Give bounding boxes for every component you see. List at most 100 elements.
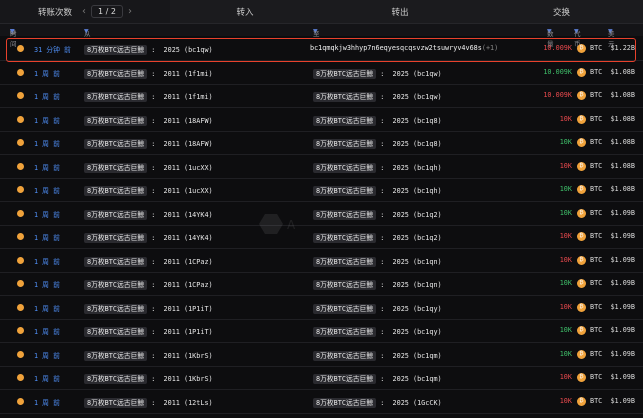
to-entity-tag[interactable]: 8万枚BTC远古巨鲸	[313, 374, 377, 384]
from-address-text[interactable]: 2011 (18AFW)	[164, 140, 213, 148]
from-address-text[interactable]: 2011 (14YK4)	[164, 211, 213, 219]
row-token[interactable]: BTC	[590, 256, 602, 264]
row-time[interactable]: 1 周 前	[34, 185, 60, 195]
to-address[interactable]: 8万枚BTC远古巨鲸 : 2025 (bc1qw)	[313, 68, 442, 79]
to-address[interactable]: 8万枚BTC远古巨鲸 : 2025 (bc1qy)	[313, 303, 442, 314]
row-token[interactable]: BTC	[590, 185, 602, 193]
table-row[interactable]: 1 周 前 8万枚BTC远古巨鲸 : 2011 (1f1mi) 8万枚BTC远古巨鲸…	[0, 84, 643, 108]
row-time[interactable]: 1 周 前	[34, 138, 60, 148]
to-address-text[interactable]: 2025 (bc1q2)	[393, 211, 442, 219]
page-indicator[interactable]: 1 / 2	[91, 5, 123, 18]
to-entity-tag[interactable]: 8万枚BTC远古巨鲸	[313, 92, 377, 102]
table-row[interactable]: 1 周 前 8万枚BTC远古巨鲸 : 2011 (18AFW) 8万枚BTC远古巨鲸…	[0, 108, 643, 132]
table-row[interactable]: 1 周 前 8万枚BTC远古巨鲸 : 2011 (1ucXX) 8万枚BTC远古巨鲸…	[0, 155, 643, 179]
to-entity-tag[interactable]: 8万枚BTC远古巨鲸	[313, 115, 377, 126]
row-token[interactable]: BTC	[590, 232, 602, 240]
from-address-text[interactable]: 2025 (bc1qw)	[164, 46, 213, 54]
to-address-text[interactable]: 2025 (bc1q8)	[393, 117, 442, 125]
to-address[interactable]: 8万枚BTC远古巨鲸 : 2025 (bc1qw)	[313, 91, 442, 102]
from-address-text[interactable]: 2011 (1CPaz)	[164, 258, 213, 266]
from-entity-tag[interactable]: 8万枚BTC远古巨鲸	[84, 327, 148, 337]
to-address[interactable]: 8万枚BTC远古巨鲸 : 2025 (bc1q2)	[313, 209, 442, 220]
row-token[interactable]: BTC	[590, 350, 602, 358]
from-address-text[interactable]: 2011 (1P1iT)	[164, 328, 213, 336]
from-entity-tag[interactable]: 8万枚BTC远古巨鲸	[84, 139, 148, 149]
from-entity-tag[interactable]: 8万枚BTC远古巨鲸	[84, 350, 148, 361]
row-token[interactable]: BTC	[590, 209, 602, 217]
from-address[interactable]: 8万枚BTC远古巨鲸 : 2025 (bc1qw)	[84, 44, 213, 55]
to-entity-tag[interactable]: 8万枚BTC远古巨鲸	[313, 350, 377, 361]
row-time[interactable]: 31 分钟 前	[34, 44, 71, 54]
table-row[interactable]: 1 周 前 8万枚BTC远古巨鲸 : 2011 (18AFW) 8万枚BTC远古巨鲸…	[0, 131, 643, 155]
to-entity-tag[interactable]: 8万枚BTC远古巨鲸	[313, 139, 377, 149]
table-row[interactable]: 1 周 前 8万枚BTC远古巨鲸 : 2011 (1CPaz) 8万枚BTC远古巨鲸…	[0, 249, 643, 273]
from-entity-tag[interactable]: 8万枚BTC远古巨鲸	[84, 92, 148, 102]
to-address[interactable]: 8万枚BTC远古巨鲸 : 2025 (bc1qy)	[313, 326, 442, 337]
from-address-text[interactable]: 2011 (1P1iT)	[164, 305, 213, 313]
row-token[interactable]: BTC	[590, 44, 602, 52]
to-entity-tag[interactable]: 8万枚BTC远古巨鲸	[313, 209, 377, 220]
from-entity-tag[interactable]: 8万枚BTC远古巨鲸	[84, 374, 148, 384]
to-address[interactable]: 8万枚BTC远古巨鲸 : 2025 (bc1qm)	[313, 350, 442, 361]
table-row[interactable]: 1 周 前 8万枚BTC远古巨鲸 : 2011 (12tLs) 8万枚BTC远古巨鲸…	[0, 390, 643, 414]
table-row[interactable]: 1 周 前 8万枚BTC远古巨鲸 : 2011 (1ucXX) 8万枚BTC远古巨鲸…	[0, 178, 643, 202]
from-entity-tag[interactable]: 8万枚BTC远古巨鲸	[84, 233, 148, 243]
to-address-text[interactable]: 2025 (bc1q2)	[393, 234, 442, 242]
to-entity-tag[interactable]: 8万枚BTC远古巨鲸	[313, 162, 377, 173]
row-time[interactable]: 1 周 前	[34, 350, 60, 360]
to-address[interactable]: 8万枚BTC远古巨鲸 : 2025 (bc1qm)	[313, 373, 442, 384]
from-entity-tag[interactable]: 8万枚BTC远古巨鲸	[84, 256, 148, 267]
to-entity-tag[interactable]: 8万枚BTC远古巨鲸	[313, 303, 377, 314]
to-entity-tag[interactable]: 8万枚BTC远古巨鲸	[313, 68, 377, 79]
tab-outflow[interactable]: 转出	[320, 0, 480, 23]
row-time[interactable]: 1 周 前	[34, 115, 60, 125]
to-entity-tag[interactable]: 8万枚BTC远古巨鲸	[313, 397, 377, 408]
from-address-text[interactable]: 2011 (1ucXX)	[164, 164, 213, 172]
from-entity-tag[interactable]: 8万枚BTC远古巨鲸	[84, 162, 148, 173]
to-address[interactable]: 8万枚BTC远古巨鲸 : 2025 (bc1q2)	[313, 232, 442, 243]
from-address[interactable]: 8万枚BTC远古巨鲸 : 2011 (1CPaz)	[84, 279, 213, 290]
row-time[interactable]: 1 周 前	[34, 209, 60, 219]
row-token[interactable]: BTC	[590, 68, 602, 76]
row-time[interactable]: 1 周 前	[34, 91, 60, 101]
to-address-text[interactable]: 2025 (bc1q8)	[393, 140, 442, 148]
to-address-text[interactable]: 2025 (bc1qh)	[393, 187, 442, 195]
from-address-text[interactable]: 2011 (1KbrS)	[164, 352, 213, 360]
table-row[interactable]: 1 周 前 8万枚BTC远古巨鲸 : 2011 (14YK4) 8万枚BTC远古巨鲸…	[0, 225, 643, 249]
to-address-text[interactable]: 2025 (bc1qh)	[393, 164, 442, 172]
from-address[interactable]: 8万枚BTC远古巨鲸 : 2011 (1P1iT)	[84, 303, 213, 314]
row-time[interactable]: 1 周 前	[34, 303, 60, 313]
from-entity-tag[interactable]: 8万枚BTC远古巨鲸	[84, 209, 148, 220]
table-row[interactable]: 1 周 前 8万枚BTC远古巨鲸 : 2011 (1CPaz) 8万枚BTC远古巨鲸…	[0, 272, 643, 296]
from-address[interactable]: 8万枚BTC远古巨鲸 : 2011 (1KbrS)	[84, 373, 213, 384]
to-address-text[interactable]: 2025 (bc1qy)	[393, 328, 442, 336]
row-token[interactable]: BTC	[590, 91, 602, 99]
tab-inflow[interactable]: 转入	[170, 0, 320, 23]
row-token[interactable]: BTC	[590, 115, 602, 123]
from-address[interactable]: 8万枚BTC远古巨鲸 : 2011 (1ucXX)	[84, 162, 213, 173]
from-address-text[interactable]: 2011 (1f1mi)	[164, 93, 213, 101]
from-address[interactable]: 8万枚BTC远古巨鲸 : 2011 (1f1mi)	[84, 91, 213, 102]
tab-transfers[interactable]: 转账次数 ‹ 1 / 2 ›	[0, 0, 170, 23]
to-entity-tag[interactable]: 8万枚BTC远古巨鲸	[313, 256, 377, 267]
from-entity-tag[interactable]: 8万枚BTC远古巨鲸	[84, 303, 148, 314]
from-entity-tag[interactable]: 8万枚BTC远古巨鲸	[84, 68, 148, 79]
to-address[interactable]: 8万枚BTC远古巨鲸 : 2025 (bc1qh)	[313, 162, 442, 173]
to-address-text[interactable]: 2025 (1GcCK)	[393, 399, 442, 407]
from-address[interactable]: 8万枚BTC远古巨鲸 : 2011 (14YK4)	[84, 209, 213, 220]
to-entity-tag[interactable]: 8万枚BTC远古巨鲸	[313, 280, 377, 290]
from-address[interactable]: 8万枚BTC远古巨鲸 : 2011 (12tLs)	[84, 397, 213, 408]
to-address-text[interactable]: 2025 (bc1qm)	[393, 375, 442, 383]
from-address[interactable]: 8万枚BTC远古巨鲸 : 2011 (1P1iT)	[84, 326, 213, 337]
from-entity-tag[interactable]: 8万枚BTC远古巨鲸	[84, 397, 148, 408]
chevron-right-icon[interactable]: ›	[128, 6, 132, 17]
to-address-text[interactable]: 2025 (bc1qw)	[393, 93, 442, 101]
from-entity-tag[interactable]: 8万枚BTC远古巨鲸	[84, 45, 148, 55]
to-address-text[interactable]: 2025 (bc1qn)	[393, 281, 442, 289]
from-address-text[interactable]: 2011 (1KbrS)	[164, 375, 213, 383]
to-entity-tag[interactable]: 8万枚BTC远古巨鲸	[313, 186, 377, 196]
table-row[interactable]: 1 周 前 8万枚BTC远古巨鲸 : 2011 (1KbrS) 8万枚BTC远古巨鲸…	[0, 366, 643, 390]
row-token[interactable]: BTC	[590, 326, 602, 334]
table-row[interactable]: 1 周 前 8万枚BTC远古巨鲸 : 2011 (1P1iT) 8万枚BTC远古巨鲸…	[0, 296, 643, 320]
to-address-text[interactable]: 2025 (bc1qm)	[393, 352, 442, 360]
